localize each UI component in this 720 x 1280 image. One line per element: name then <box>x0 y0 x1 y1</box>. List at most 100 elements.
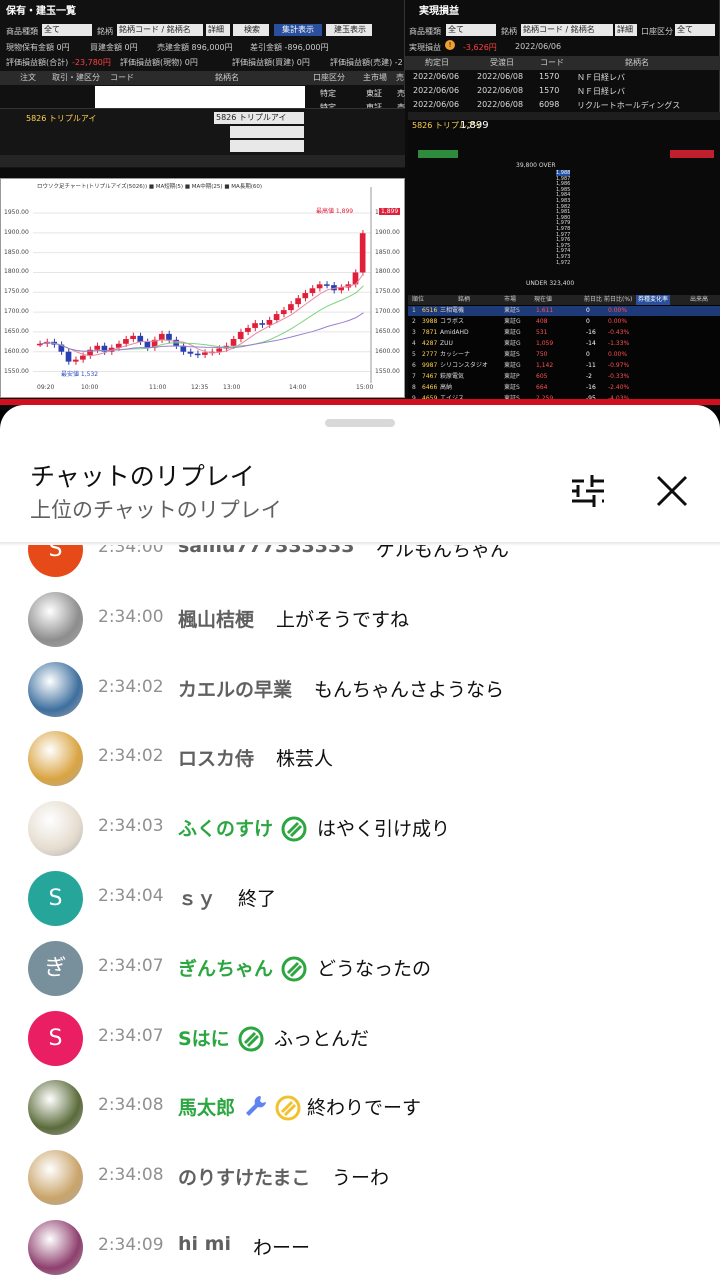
avatar[interactable]: S <box>28 1010 83 1066</box>
avatar[interactable] <box>28 731 83 787</box>
quote-select[interactable] <box>230 126 304 138</box>
chat-message[interactable]: S 2:34:04 ｓｙ 終了 <box>0 864 720 934</box>
author-name[interactable]: カエルの早業 <box>178 675 292 702</box>
ranking-pct: 0.00% <box>608 318 628 325</box>
author-name[interactable]: ロスカ侍 <box>178 744 254 771</box>
chat-message[interactable]: 2:34:02 カエルの早業 もんちゃんさようなら <box>0 655 720 725</box>
eval-total-value: -23,780円 <box>72 58 111 67</box>
author-name[interactable]: ふくのすけ <box>178 814 273 841</box>
buy-order-button[interactable] <box>418 150 458 158</box>
board-toolbar[interactable] <box>408 112 720 120</box>
avatar[interactable] <box>28 801 83 857</box>
ranking-rank: 2 <box>412 318 416 325</box>
close-button[interactable] <box>646 469 696 513</box>
sell-order-button[interactable] <box>670 150 714 158</box>
candle-body <box>266 320 273 325</box>
ranking-row[interactable]: 6 9987 シリコンスタジオ 東証G 1,142 -11 -0.97% <box>408 361 720 371</box>
ranking-row[interactable]: 8 6466 高納 東証S 664 -16 -2.40% <box>408 383 720 393</box>
chat-message[interactable]: 2:34:09 hi mi わーー <box>0 1213 720 1280</box>
rank-col-rank: 順位 <box>412 296 425 303</box>
message-time: 2:34:04 <box>98 886 164 906</box>
chat-message[interactable]: 2:34:03 ふくのすけ はやく引け成り <box>0 794 720 864</box>
ranking-table: 順位 銘柄 市場 現在値 前日比 前日比(%) 券種変化率 出来高 1 6516 三… <box>408 295 720 405</box>
author-name[interactable]: samu777333333 <box>178 545 354 557</box>
chat-message[interactable]: 2:34:00 楓山桔梗 上がそうですね <box>0 585 720 655</box>
rp-table-header: 約定日 受渡日 コード 銘柄名 <box>405 56 720 70</box>
search-button[interactable]: 検索 <box>233 24 269 36</box>
candle-body <box>273 314 280 321</box>
rank-col-ratio[interactable]: 券種変化率 <box>636 295 671 305</box>
avatar[interactable]: ぎ <box>28 940 83 996</box>
avatar[interactable] <box>28 1080 83 1136</box>
eval-sell: 評価損益額(売建) -2 <box>330 58 403 67</box>
rank-col-volume: 出来高 <box>690 296 709 303</box>
ranking-pct: -1.33% <box>608 340 630 347</box>
symbol-input[interactable]: 銘柄コード / 銘柄名 <box>117 24 203 36</box>
author-name[interactable]: Sはに <box>178 1024 230 1051</box>
chat-message[interactable]: S 2:34:07 Sはに ふっとんだ <box>0 1004 720 1074</box>
author-name[interactable]: のりすけたまこ <box>178 1163 310 1190</box>
ranking-rank: 3 <box>412 329 416 336</box>
rank-col-price: 現在値 <box>534 296 553 303</box>
filter-button[interactable] <box>560 469 616 513</box>
ranking-name: 三相電機 <box>440 307 465 314</box>
avatar[interactable] <box>28 1150 83 1206</box>
avatar[interactable]: S <box>28 545 83 577</box>
quote-symbol-input[interactable]: 5826 トリプルアイ <box>214 112 304 124</box>
ranking-row[interactable]: 1 6516 三相電機 東証S 1,611 0 0.00% <box>408 306 720 316</box>
chat-message[interactable]: ぎ 2:34:07 ぎんちゃん どうなったの <box>0 934 720 1004</box>
detail-button[interactable]: 詳細 <box>206 24 230 36</box>
rp-account-select[interactable]: 全て <box>675 24 715 36</box>
candle-body <box>323 284 330 286</box>
author-name[interactable]: ｓｙ <box>178 884 216 911</box>
rp-row-code: 6098 <box>539 100 560 109</box>
avatar[interactable] <box>28 591 83 647</box>
y-tick-left: 1950.00 <box>4 209 29 216</box>
realized-title: 実現損益 <box>419 6 459 17</box>
rp-col-name: 銘柄名 <box>625 58 649 67</box>
quote-select-2[interactable] <box>230 140 304 152</box>
avatar[interactable] <box>28 661 83 717</box>
quote-symbol: 5826 トリプルアイ <box>26 114 97 123</box>
position-view-button[interactable]: 建玉表示 <box>326 24 372 36</box>
message-time: 2:34:00 <box>98 606 164 627</box>
ranking-row[interactable]: 3 7871 AmidAHD 東証G 531 -16 -0.43% <box>408 328 720 338</box>
ranking-rank: 8 <box>412 384 416 391</box>
info-icon[interactable]: ! <box>445 40 455 50</box>
candle-body <box>280 310 287 315</box>
candle-body <box>144 341 151 348</box>
avatar[interactable]: S <box>28 871 83 926</box>
product-type-select[interactable]: 全て <box>42 24 92 36</box>
avatar[interactable] <box>28 1220 83 1275</box>
chat-message[interactable]: S 2:34:00 samu777333333 ゲルもんちゃん <box>0 545 720 585</box>
ranking-rank: 4 <box>412 340 416 347</box>
candle-body <box>123 339 129 344</box>
chat-message[interactable]: 2:34:02 ロスカ侍 株芸人 <box>0 724 720 794</box>
ranking-name: シリコンスタジオ <box>440 362 488 369</box>
ranking-chg: 0 <box>586 307 590 314</box>
eval-buy: 評価損益額(買建) 0円 <box>232 58 310 67</box>
drag-handle[interactable] <box>325 419 395 427</box>
chat-message[interactable]: 2:34:08 のりすけたまこ うーわ <box>0 1143 720 1213</box>
ranking-row[interactable]: 2 3988 コラボス 東証G 408 0 0.00% <box>408 317 720 327</box>
author-name[interactable]: hi mi <box>178 1233 231 1255</box>
candle-body <box>72 359 79 362</box>
ranking-price: 750 <box>536 351 548 358</box>
ranking-row[interactable]: 5 2777 カッシーナ 東証S 750 0 0.00% <box>408 350 720 360</box>
rp-product-type-select[interactable]: 全て <box>446 24 496 36</box>
ranking-name: 萩原電気 <box>440 373 465 380</box>
rp-symbol-input[interactable]: 銘柄コード / 銘柄名 <box>521 24 613 36</box>
rp-row-name: リクルートホールディングス <box>577 101 681 110</box>
candle-body <box>259 323 266 325</box>
sheet-subtitle[interactable]: 上位のチャットのリプレイ <box>30 494 282 524</box>
chat-message-list[interactable]: S 2:34:00 samu777333333 ゲルもんちゃん 2:34:00 楓山桔梗上… <box>0 545 720 1280</box>
author-name[interactable]: 楓山桔梗 <box>178 605 254 632</box>
chat-message[interactable]: 2:34:08 馬太郎 終わりでーす <box>0 1073 720 1143</box>
quote-tabs[interactable] <box>0 155 405 167</box>
ranking-row[interactable]: 7 7467 萩原電気 東証P 605 -2 -0.33% <box>408 372 720 382</box>
summary-view-button[interactable]: 集計表示 <box>274 24 322 36</box>
author-name[interactable]: 馬太郎 <box>178 1093 235 1120</box>
rp-detail-button[interactable]: 詳細 <box>615 24 637 36</box>
ranking-row[interactable]: 4 4287 ZUU 東証G 1,059 -14 -1.33% <box>408 339 720 349</box>
author-name[interactable]: ぎんちゃん <box>178 954 273 981</box>
